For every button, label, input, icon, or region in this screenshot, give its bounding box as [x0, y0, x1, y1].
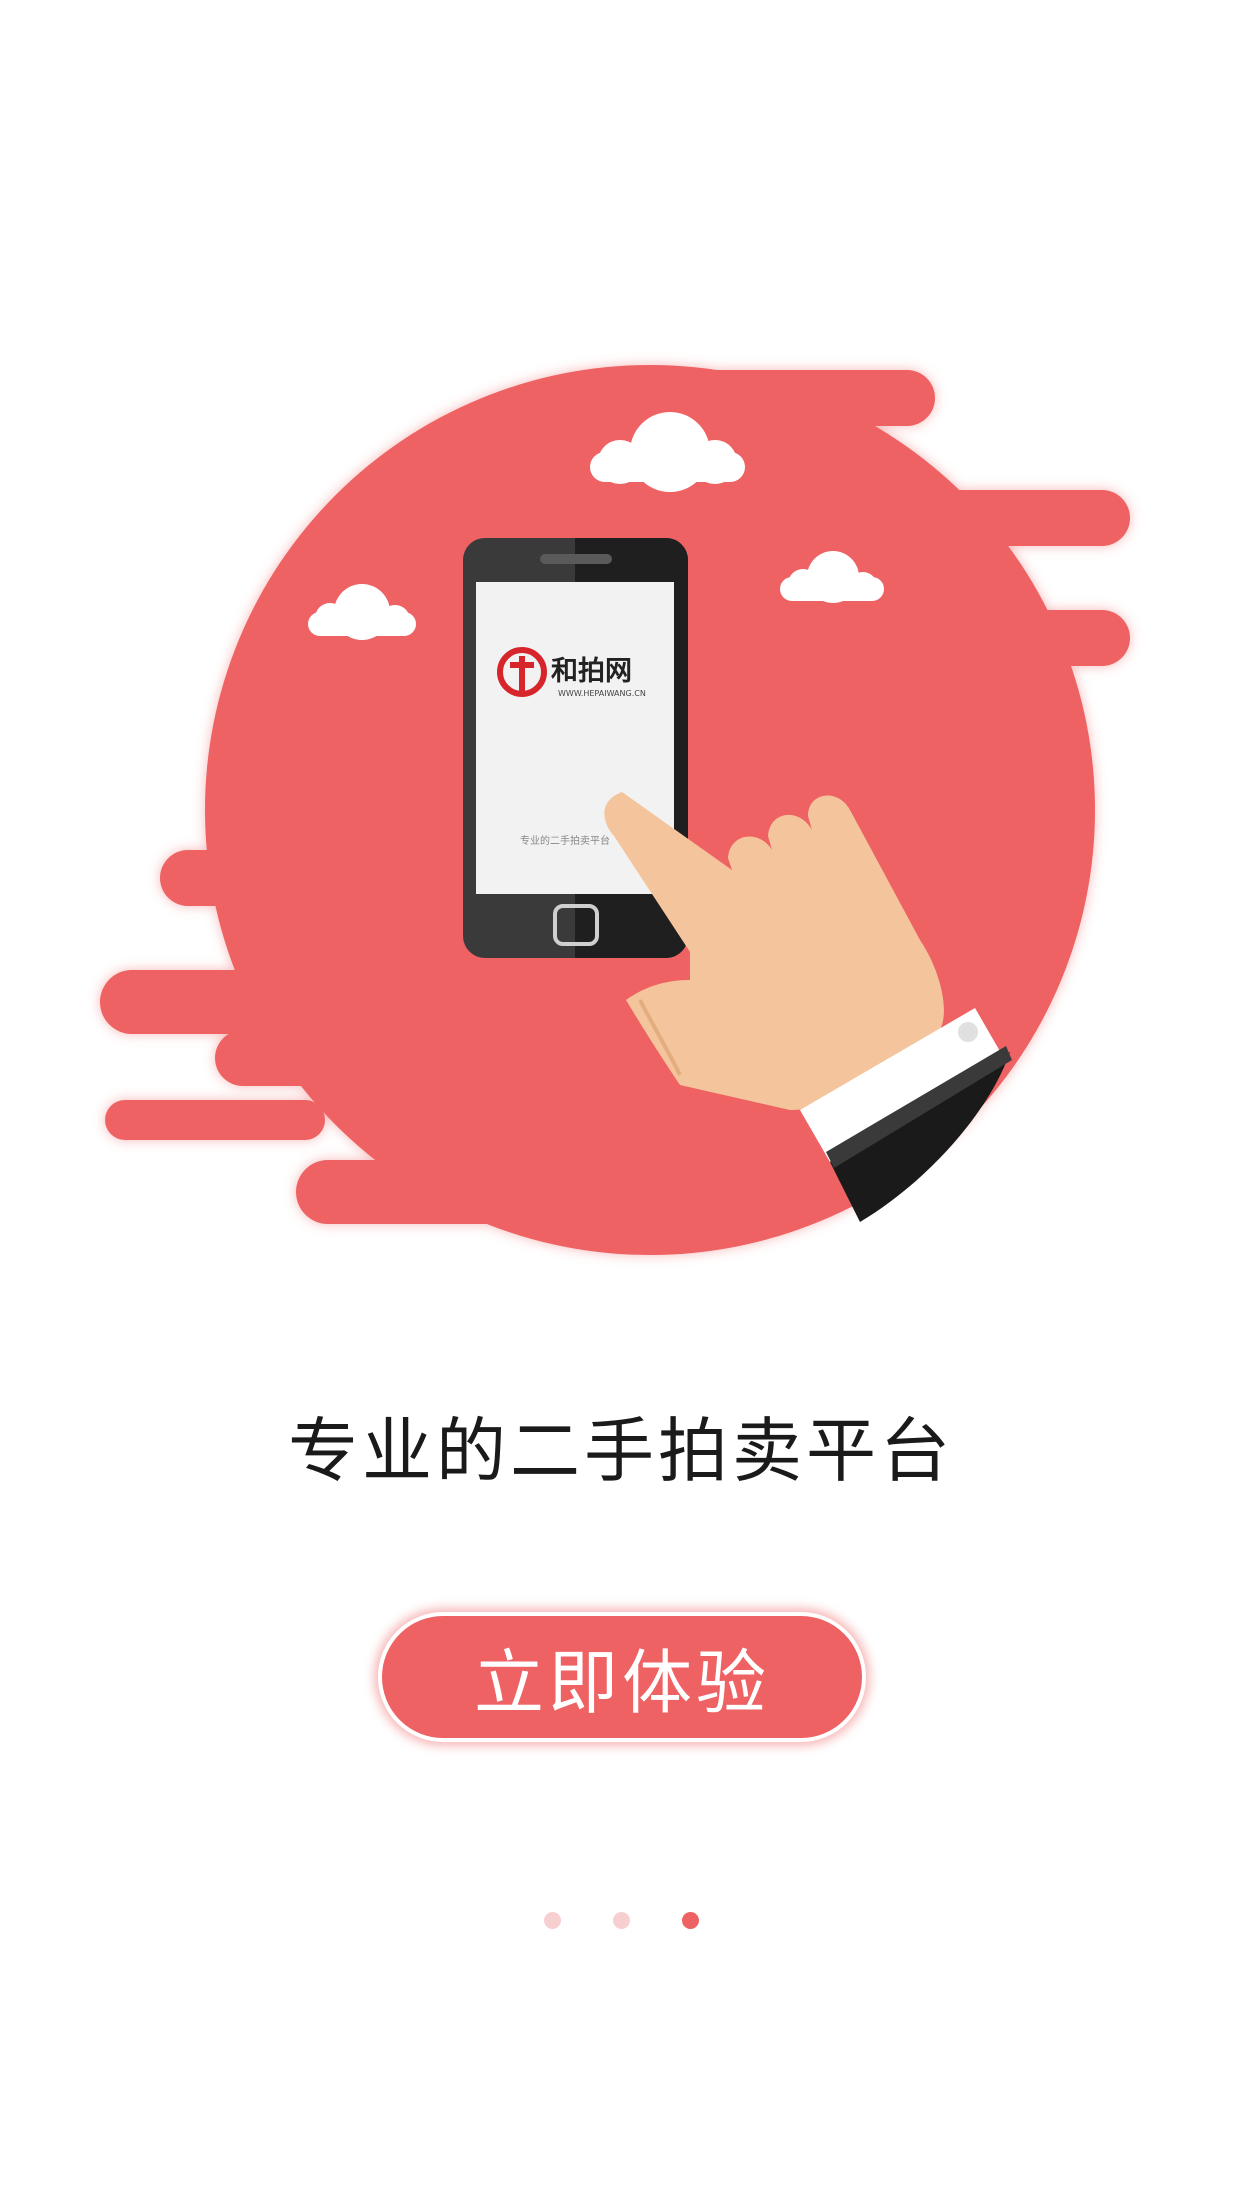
page-indicator-dot-3-active[interactable] [681, 1912, 699, 1929]
onboarding-tagline: 专业的二手拍卖平台 [288, 1410, 954, 1492]
phone-brand-name: 和拍网 [551, 656, 632, 687]
page-indicator-dot-1[interactable] [543, 1912, 561, 1929]
phone-screen-caption: 专业的二手拍卖平台 [520, 834, 610, 847]
try-now-button[interactable]: 立即体验 [378, 1612, 866, 1742]
phone-brand-url: WWW.HEPAIWANG.CN [558, 689, 646, 698]
onboarding-screen: 和拍网 WWW.HEPAIWANG.CN 专业的二手拍卖平台 专业的二手拍卖平台… [0, 0, 1242, 2208]
page-indicator-dot-2[interactable] [612, 1912, 630, 1929]
page-indicator [0, 1912, 1242, 1929]
onboarding-illustration: 和拍网 WWW.HEPAIWANG.CN 专业的二手拍卖平台 [100, 365, 1130, 1255]
